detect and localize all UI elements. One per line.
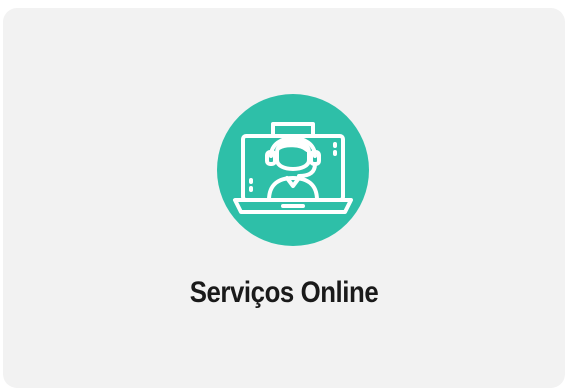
online-support-agent-icon <box>217 94 369 246</box>
card-title: Serviços Online <box>189 276 379 309</box>
servicos-online-card[interactable]: Serviços Online <box>3 8 565 388</box>
